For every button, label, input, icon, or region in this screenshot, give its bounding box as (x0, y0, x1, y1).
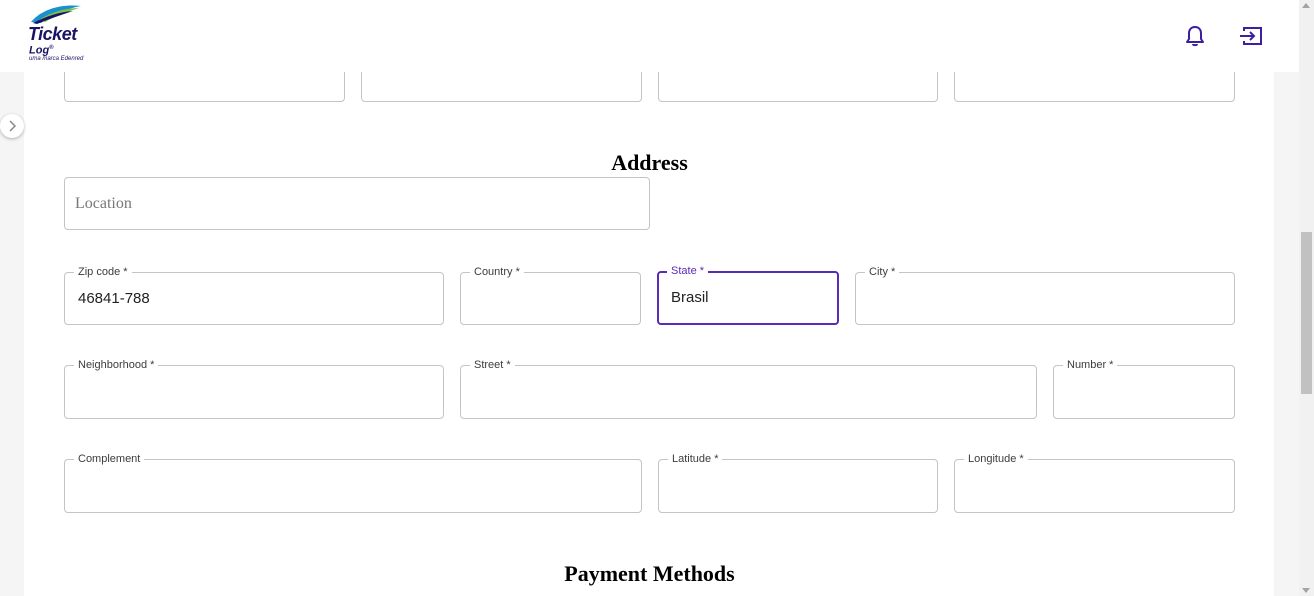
previous-field-4[interactable] (954, 72, 1235, 102)
latitude-field[interactable]: Latitude * (658, 452, 938, 513)
logout-button[interactable] (1239, 24, 1263, 48)
previous-field-3[interactable] (658, 72, 938, 102)
zip-code-value: 46841-788 (78, 290, 150, 307)
neighborhood-field[interactable]: Neighborhood * (64, 358, 444, 419)
street-field[interactable]: Street * (460, 358, 1037, 419)
previous-field-1[interactable] (64, 72, 345, 102)
street-label: Street * (470, 358, 515, 372)
ticket-log-logo[interactable]: Ticket Log® uma marca Edenred (27, 4, 89, 64)
scroll-up-arrow[interactable] (1302, 3, 1310, 8)
number-field[interactable]: Number * (1053, 358, 1235, 419)
notifications-button[interactable] (1183, 24, 1207, 48)
country-label: Country * (470, 265, 524, 279)
zip-code-field[interactable]: Zip code * 46841-788 (64, 265, 444, 325)
chevron-right-icon (9, 120, 17, 132)
state-field[interactable]: State * Brasil (657, 264, 839, 325)
registered-mark: ® (49, 45, 54, 51)
longitude-label: Longitude * (964, 452, 1028, 466)
longitude-field[interactable]: Longitude * (954, 452, 1235, 513)
leaf-icon (31, 5, 81, 24)
number-label: Number * (1063, 358, 1118, 372)
address-title: Address (611, 150, 688, 175)
country-field[interactable]: Country * (460, 265, 641, 325)
latitude-label: Latitude * (668, 452, 723, 466)
logout-icon (1240, 27, 1262, 45)
top-bar: Ticket Log® uma marca Edenred (0, 0, 1299, 72)
city-field[interactable]: City * (855, 265, 1235, 325)
scroll-thumb[interactable] (1301, 232, 1312, 394)
brand-name: Ticket (28, 24, 77, 44)
location-input[interactable]: Location (64, 177, 650, 230)
scroll-down-arrow[interactable] (1302, 588, 1310, 593)
state-value: Brasil (671, 289, 709, 306)
neighborhood-label: Neighborhood * (74, 358, 159, 372)
state-label: State * (667, 264, 709, 278)
sidebar-expand-button[interactable] (0, 114, 24, 138)
brand-tagline: uma marca Edenred (29, 56, 84, 62)
zip-code-label: Zip code * (74, 265, 132, 279)
page-scrollbar[interactable] (1299, 0, 1314, 596)
complement-field[interactable]: Complement (64, 452, 642, 513)
previous-field-2[interactable] (361, 72, 642, 102)
payment-methods-title: Payment Methods (564, 561, 735, 586)
complement-label: Complement (74, 452, 145, 466)
bell-icon (1186, 26, 1204, 47)
city-label: City * (865, 265, 900, 279)
